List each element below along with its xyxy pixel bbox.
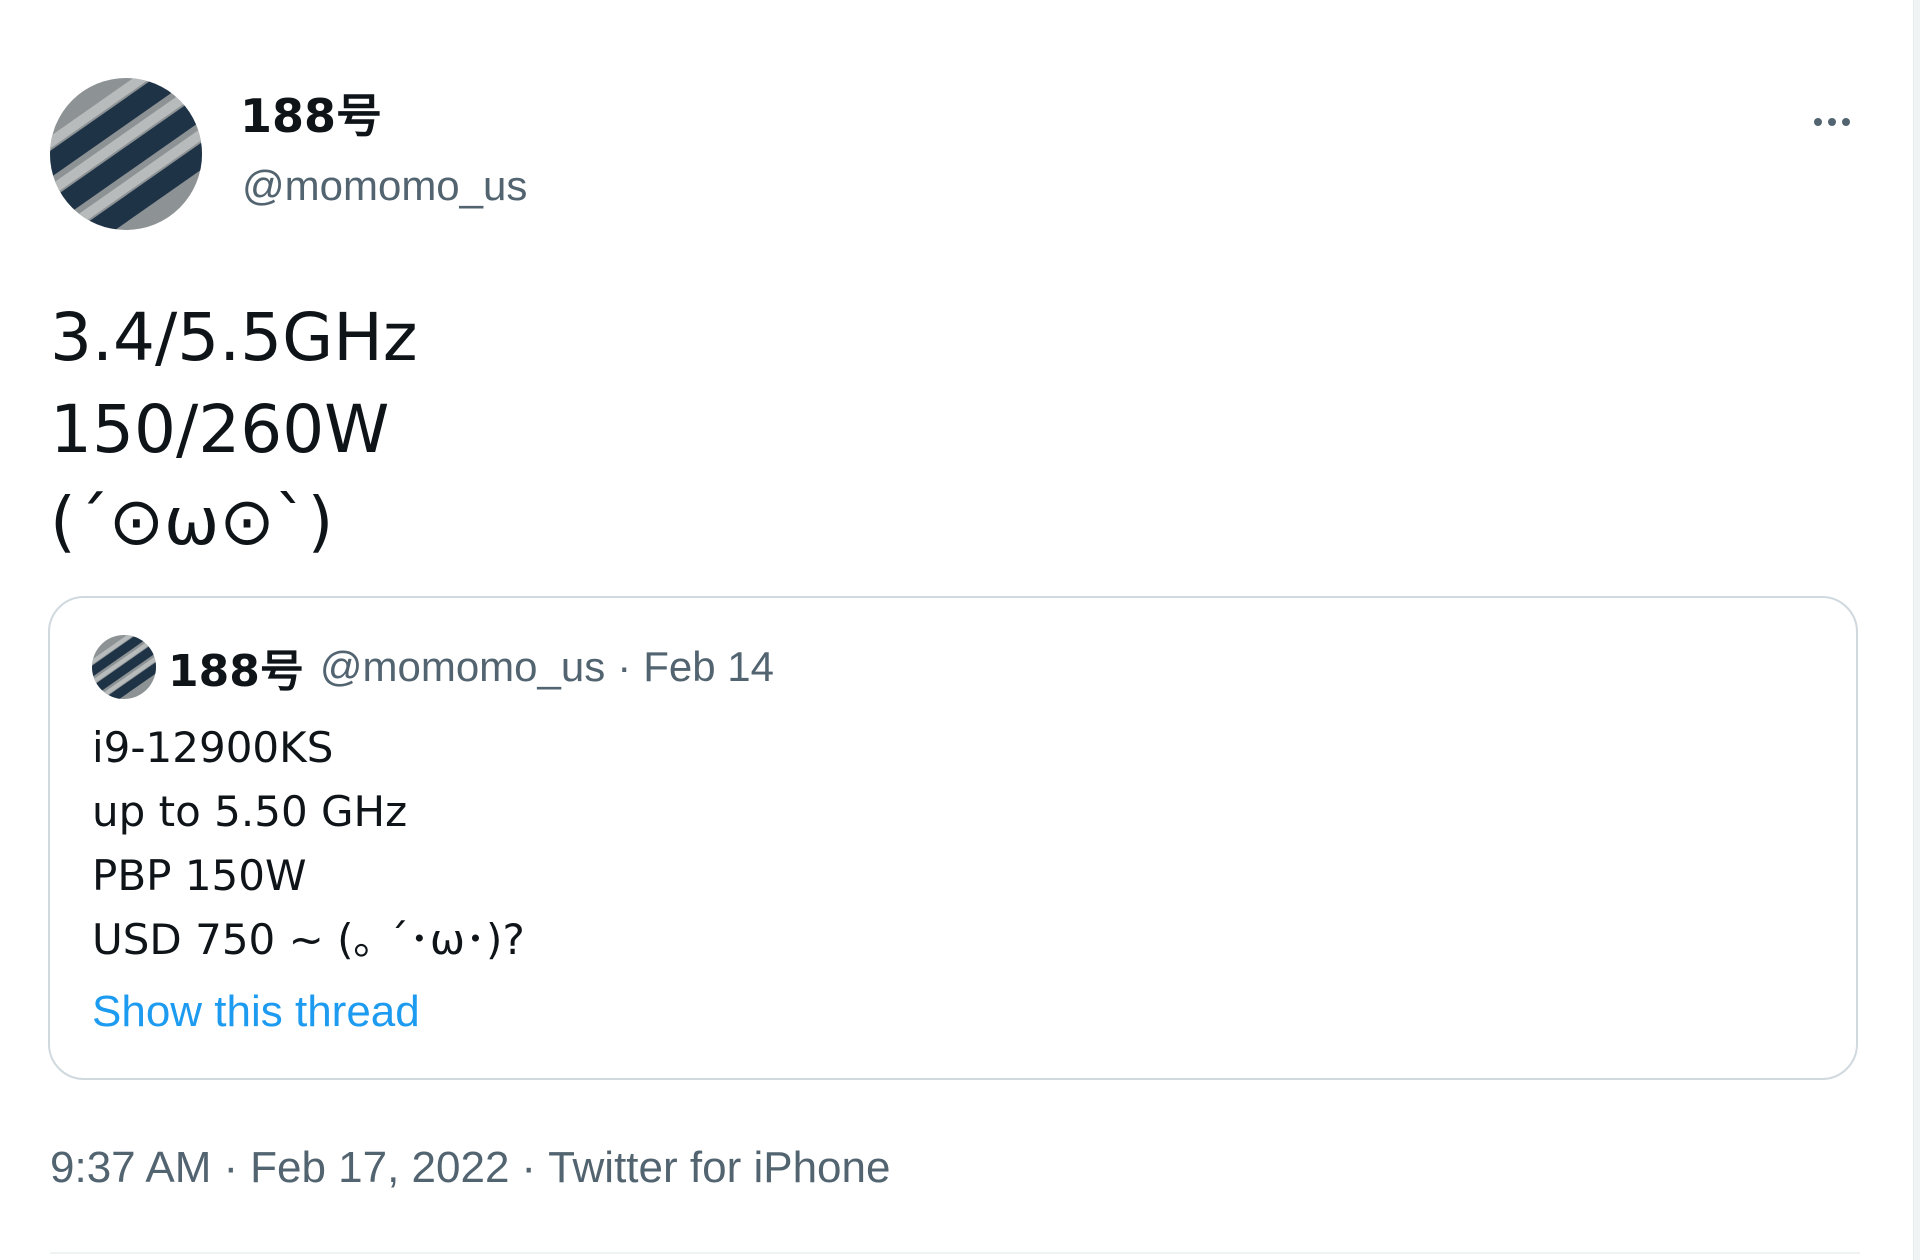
quoted-tweet-text: i9-12900KS up to 5.50 GHz PBP 150W USD 7… [92, 716, 525, 972]
tweet-metadata: 9:37 AM · Feb 17, 2022 · Twitter for iPhone [50, 1142, 890, 1194]
tweet-date[interactable]: Feb 17, 2022 [250, 1143, 509, 1192]
tweet-line: 150/260W [50, 391, 390, 468]
more-horizontal-icon [1811, 118, 1853, 126]
quoted-author-avatar [92, 635, 156, 699]
separator-dot: · [223, 1143, 239, 1192]
tweet-line: (´⊙ω⊙`) [50, 483, 334, 560]
author-handle[interactable]: @momomo_us [242, 162, 527, 210]
tweet-time[interactable]: 9:37 AM [50, 1143, 211, 1192]
separator-dot: · [617, 643, 632, 690]
separator-dot: · [521, 1143, 537, 1192]
quoted-tweet-date: Feb 14 [643, 643, 775, 690]
tweet-line: 3.4/5.5GHz [50, 299, 418, 376]
striped-avatar-icon [92, 635, 156, 699]
tweet-text: 3.4/5.5GHz 150/260W (´⊙ω⊙`) [50, 292, 418, 568]
quoted-author-handle: @momomo_us [319, 643, 606, 690]
more-options-button[interactable] [1800, 96, 1864, 148]
quoted-line: up to 5.50 GHz [92, 787, 408, 836]
quoted-tweet-header: 188号 @momomo_us · Feb 14 [92, 634, 774, 700]
tweet-source-link[interactable]: Twitter for iPhone [548, 1143, 890, 1192]
scrollbar-track[interactable] [1913, 0, 1920, 1260]
quoted-line: PBP 150W [92, 851, 307, 900]
tweet-page: 188号 @momomo_us 3.4/5.5GHz 150/260W (´⊙ω… [0, 0, 1920, 1260]
show-thread-link[interactable]: Show this thread [92, 986, 420, 1038]
quoted-tweet-card[interactable]: 188号 @momomo_us · Feb 14 i9-12900KS up t… [48, 596, 1858, 1080]
quoted-line: USD 750 ~ (｡ ´･ω･)? [92, 915, 525, 964]
striped-avatar-icon [50, 78, 202, 230]
author-display-name[interactable]: 188号 [240, 90, 382, 142]
author-avatar[interactable] [50, 78, 202, 230]
quoted-line: i9-12900KS [92, 723, 334, 772]
quoted-author-display-name: 188号 [168, 646, 304, 697]
divider [50, 1252, 1860, 1254]
